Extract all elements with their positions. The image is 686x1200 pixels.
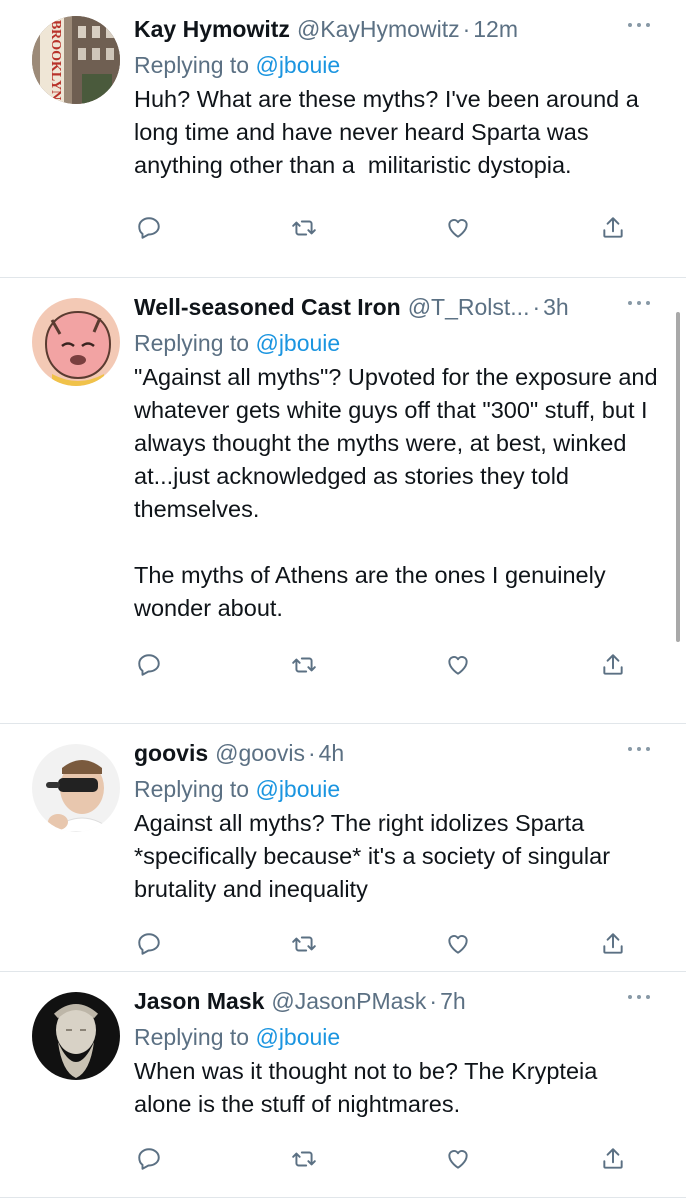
avatar-image (32, 992, 120, 1080)
scrollbar[interactable] (676, 312, 680, 642)
more-icon[interactable] (626, 992, 652, 1012)
avatar[interactable] (32, 992, 120, 1080)
separator-dot: · (429, 988, 438, 1014)
tweet-header: Well-seasoned Cast Iron @T_Rolst... · 3h (134, 292, 658, 322)
action-bar (134, 1131, 658, 1187)
author-name[interactable]: Well-seasoned Cast Iron (134, 292, 401, 322)
replying-to-label: Replying to (134, 52, 256, 78)
action-bar (134, 916, 658, 972)
more-icon[interactable] (626, 20, 652, 40)
reply-icon[interactable] (134, 929, 164, 959)
heart-icon[interactable] (443, 929, 473, 959)
author-handle[interactable]: @JasonPMask (271, 986, 426, 1016)
timestamp[interactable]: 12m (473, 14, 518, 44)
author-handle[interactable]: @T_Rolst... (408, 292, 530, 322)
tweet[interactable]: goovis @goovis · 4h Replying to @jbouie … (0, 724, 686, 972)
timestamp[interactable]: 4h (319, 738, 345, 768)
tweet-text: Against all myths? The right idolizes Sp… (134, 807, 658, 906)
author-handle[interactable]: @KayHymowitz (297, 14, 460, 44)
avatar-lettering: BROOKLYN (48, 20, 63, 100)
avatar-image (32, 298, 120, 386)
author-name[interactable]: goovis (134, 738, 208, 768)
share-icon[interactable] (598, 650, 628, 680)
author-handle[interactable]: @goovis (215, 738, 305, 768)
tweet[interactable]: BROOKLYN Kay Hymowitz @KayHymowitz · 12m… (0, 0, 686, 278)
timestamp[interactable]: 3h (543, 292, 569, 322)
avatar[interactable] (32, 298, 120, 386)
tweet[interactable]: Jason Mask @JasonPMask · 7h Replying to … (0, 972, 686, 1198)
share-icon[interactable] (598, 1144, 628, 1174)
tweet-header: Kay Hymowitz @KayHymowitz · 12m (134, 14, 658, 44)
separator-dot: · (532, 294, 541, 320)
heart-icon[interactable] (443, 213, 473, 243)
retweet-icon[interactable] (289, 213, 319, 243)
heart-icon[interactable] (443, 650, 473, 680)
tweet-header: goovis @goovis · 4h (134, 738, 658, 768)
replying-to-label: Replying to (134, 776, 256, 802)
more-icon[interactable] (626, 298, 652, 318)
mention-link[interactable]: @jbouie (255, 330, 340, 356)
replying-to: Replying to @jbouie (134, 1021, 658, 1053)
avatar-image (32, 744, 120, 832)
author-name[interactable]: Kay Hymowitz (134, 14, 290, 44)
author-name[interactable]: Jason Mask (134, 986, 264, 1016)
replying-to: Replying to @jbouie (134, 49, 658, 81)
tweet-body: Against all myths? The right idolizes Sp… (134, 810, 617, 902)
separator-dot: · (307, 740, 316, 766)
mention-link[interactable]: @jbouie (255, 1024, 340, 1050)
tweet-body: When was it thought not to be? The Krypt… (134, 1058, 604, 1117)
avatar-image: BROOKLYN (32, 16, 120, 104)
heart-icon[interactable] (443, 1144, 473, 1174)
share-icon[interactable] (598, 929, 628, 959)
retweet-icon[interactable] (289, 929, 319, 959)
retweet-icon[interactable] (289, 1144, 319, 1174)
action-bar (134, 637, 658, 693)
reply-icon[interactable] (134, 213, 164, 243)
mention-link[interactable]: @jbouie (255, 776, 340, 802)
avatar[interactable] (32, 744, 120, 832)
replying-to: Replying to @jbouie (134, 773, 658, 805)
reply-icon[interactable] (134, 650, 164, 680)
tweet-text: "Against all myths"? Upvoted for the exp… (134, 361, 658, 625)
more-icon[interactable] (626, 744, 652, 764)
replying-to: Replying to @jbouie (134, 327, 658, 359)
share-icon[interactable] (598, 213, 628, 243)
tweet-text: When was it thought not to be? The Krypt… (134, 1055, 658, 1121)
retweet-icon[interactable] (289, 650, 319, 680)
timestamp[interactable]: 7h (440, 986, 466, 1016)
mention-link[interactable]: @jbouie (255, 52, 340, 78)
tweet-body: "Against all myths"? Upvoted for the exp… (134, 364, 658, 621)
reply-feed: BROOKLYN Kay Hymowitz @KayHymowitz · 12m… (0, 0, 686, 1198)
avatar[interactable]: BROOKLYN (32, 16, 120, 104)
tweet-body: Huh? What are these myths? I've been aro… (134, 86, 646, 178)
reply-icon[interactable] (134, 1144, 164, 1174)
action-bar (134, 200, 658, 256)
separator-dot: · (462, 16, 471, 42)
tweet[interactable]: Well-seasoned Cast Iron @T_Rolst... · 3h… (0, 278, 686, 724)
replying-to-label: Replying to (134, 330, 256, 356)
tweet-header: Jason Mask @JasonPMask · 7h (134, 986, 658, 1016)
replying-to-label: Replying to (134, 1024, 256, 1050)
tweet-text: Huh? What are these myths? I've been aro… (134, 83, 658, 182)
